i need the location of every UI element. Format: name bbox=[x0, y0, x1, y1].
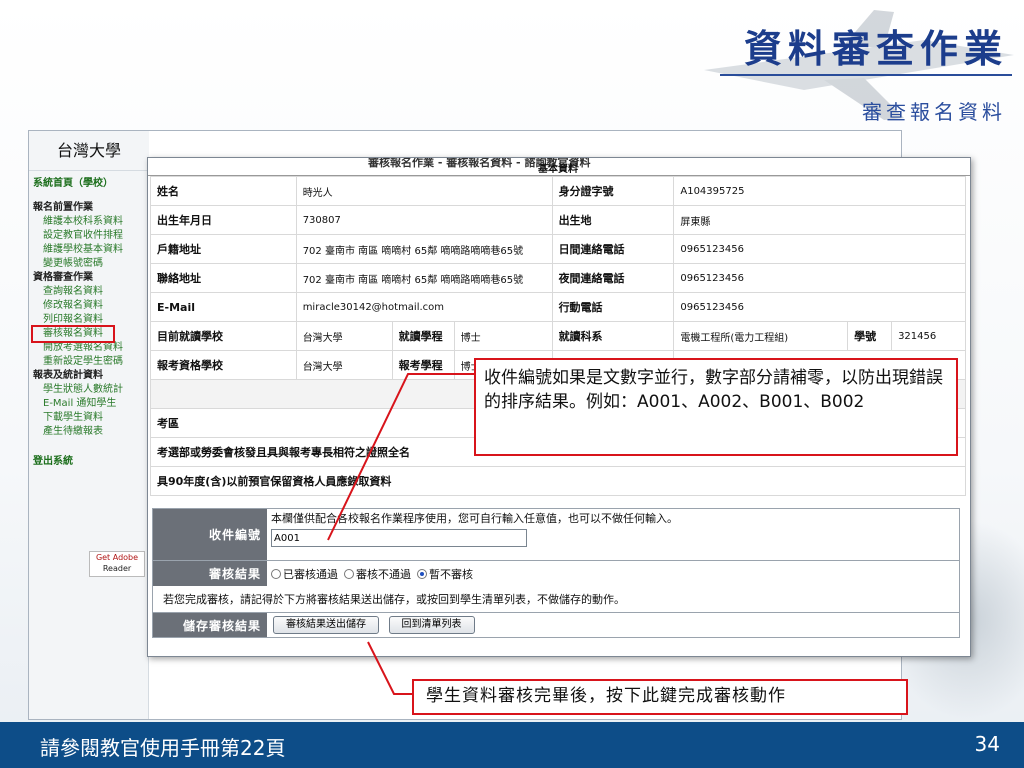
sidebar-item[interactable]: 維護學校基本資料 bbox=[33, 243, 144, 257]
cell-label: 出生地 bbox=[551, 205, 675, 235]
logout-link[interactable]: 登出系統 bbox=[33, 455, 144, 469]
sidebar-group-title: 報名前置作業 bbox=[33, 202, 93, 213]
cell-label: 出生年月日 bbox=[150, 205, 297, 235]
cell-value: miracle30142@hotmail.com bbox=[295, 292, 553, 322]
sidebar-item[interactable]: 變更帳號密碼 bbox=[33, 257, 144, 271]
sidebar-group-title: 報表及統計資料 bbox=[33, 370, 103, 381]
adobe-reader-badge[interactable]: Get Adobe Reader bbox=[89, 551, 145, 577]
table-row: 出生年月日 730807 出生地 屏東縣 bbox=[150, 205, 966, 235]
cell-value: 台灣大學 bbox=[295, 350, 393, 380]
sidebar-home-link[interactable]: 系統首頁（學校） bbox=[33, 177, 144, 191]
footer-reference: 請參閱教官使用手冊第22頁 bbox=[40, 736, 286, 760]
cell-label: 報考資格學校 bbox=[150, 350, 297, 380]
cell-label: 身分證字號 bbox=[551, 176, 675, 206]
receipt-number-input[interactable] bbox=[271, 529, 527, 547]
adobe-product: Reader bbox=[102, 564, 132, 573]
radio-selected-icon bbox=[417, 568, 427, 579]
table-row: 聯絡地址 702 臺南市 南區 嘀嘀村 65鄰 嘀嘀路嘀嘀巷65號 夜間連絡電話… bbox=[150, 263, 966, 293]
table-row: 姓名 時光人 身分證字號 A104395725 bbox=[150, 176, 966, 206]
cell-label: 學號 bbox=[847, 321, 893, 351]
sidebar-item[interactable]: 下載學生資料 bbox=[33, 411, 144, 425]
cell-value: 702 臺南市 南區 嘀嘀村 65鄰 嘀嘀路嘀嘀巷65號 bbox=[295, 234, 553, 264]
radio-rejected[interactable]: 審核不通過 bbox=[344, 566, 411, 582]
receipt-content: 本欄僅供配合各校報名作業程序使用，您可自行輸入任意值，也可以不做任何輸入。 bbox=[267, 509, 959, 560]
cell-value: 0965123456 bbox=[673, 292, 966, 322]
school-name: 台灣大學 bbox=[29, 131, 149, 171]
cell-value: 0965123456 bbox=[673, 263, 966, 293]
radio-circle-icon bbox=[344, 568, 354, 579]
cell-value: 時光人 bbox=[295, 176, 553, 206]
sidebar-item[interactable]: 查詢報名資料 bbox=[33, 285, 144, 299]
page-number: 34 bbox=[974, 732, 1000, 756]
radio-circle-icon bbox=[271, 568, 281, 579]
table-row: 具90年度(含)以前預官保留資格人員應錄取資料 bbox=[150, 466, 966, 496]
cell-value: 博士 bbox=[453, 321, 553, 351]
cell-label: 姓名 bbox=[150, 176, 297, 206]
sidebar-item[interactable]: 修改報名資料 bbox=[33, 299, 144, 313]
review-result-row: 審核結果 已審核通過 審核不通過 暫不審核 bbox=[152, 560, 960, 586]
popup-header-subtitle: 基本資料 bbox=[538, 164, 578, 175]
cell-value: 730807 bbox=[295, 205, 553, 235]
cell-label: 戶籍地址 bbox=[150, 234, 297, 264]
sidebar-item[interactable]: 開放考選報名資料 bbox=[33, 341, 144, 355]
cell-label: 日間連絡電話 bbox=[551, 234, 675, 264]
cell-label: 具90年度(含)以前預官保留資格人員應錄取資料 bbox=[150, 466, 966, 496]
sidebar-group-title: 資格審查作業 bbox=[33, 272, 93, 283]
cell-value: 702 臺南市 南區 嘀嘀村 65鄰 嘀嘀路嘀嘀巷65號 bbox=[295, 263, 553, 293]
cell-label: 就讀學程 bbox=[391, 321, 455, 351]
radio-approved[interactable]: 已審核通過 bbox=[271, 566, 338, 582]
cell-label: 報考學程 bbox=[391, 350, 455, 380]
cell-value: 電機工程所(電力工程組) bbox=[673, 321, 849, 351]
sidebar-item[interactable]: 產生待繳報表 bbox=[33, 425, 144, 439]
radio-label: 暫不審核 bbox=[429, 567, 473, 581]
slide-footer: 請參閱教官使用手冊第22頁 34 bbox=[0, 722, 1024, 768]
cell-value: 0965123456 bbox=[673, 234, 966, 264]
cell-label: 聯絡地址 bbox=[150, 263, 297, 293]
sidebar-item[interactable]: 重新設定學生密碼 bbox=[33, 355, 144, 369]
review-options: 已審核通過 審核不通過 暫不審核 bbox=[267, 561, 959, 586]
review-result-label: 審核結果 bbox=[153, 561, 267, 586]
radio-label: 審核不通過 bbox=[356, 567, 411, 581]
cell-label: 目前就讀學校 bbox=[150, 321, 297, 351]
cell-label: 就讀科系 bbox=[551, 321, 675, 351]
sidebar-item-review-active[interactable]: 審核報名資料 bbox=[31, 325, 115, 343]
slide-title: 資料審查作業 bbox=[743, 26, 1008, 71]
sidebar: 系統首頁（學校） 報名前置作業 維護本校科系資料 設定教官收件排程 維護學校基本… bbox=[29, 171, 149, 719]
sidebar-item[interactable]: 列印報名資料 bbox=[33, 313, 144, 327]
numbering-tip-callout: 收件編號如果是文數字並行，數字部分請補零，以防出現錯誤的排序結果。例如：A001… bbox=[474, 358, 958, 456]
cell-value: 屏東縣 bbox=[673, 205, 966, 235]
cell-label: E-Mail bbox=[150, 292, 297, 322]
sidebar-item[interactable]: 設定教官收件排程 bbox=[33, 229, 144, 243]
cell-label: 夜間連絡電話 bbox=[551, 263, 675, 293]
save-hint: 若您完成審核，請記得於下方將審核結果送出儲存，或按回到學生清單列表，不做儲存的動… bbox=[152, 586, 960, 612]
back-to-list-button[interactable]: 回到清單列表 bbox=[388, 616, 475, 634]
table-row: E-Mail miracle30142@hotmail.com 行動電話 096… bbox=[150, 292, 966, 322]
receipt-row: 收件編號 本欄僅供配合各校報名作業程序使用，您可自行輸入任意值，也可以不做任何輸… bbox=[152, 508, 960, 560]
save-row: 儲存審核結果 審核結果送出儲存 回到清單列表 bbox=[152, 612, 960, 638]
receipt-note: 本欄僅供配合各校報名作業程序使用，您可自行輸入任意值，也可以不做任何輸入。 bbox=[271, 512, 678, 525]
review-form: 收件編號 本欄僅供配合各校報名作業程序使用，您可自行輸入任意值，也可以不做任何輸… bbox=[152, 508, 960, 638]
cell-value: 321456 bbox=[891, 321, 966, 351]
receipt-label: 收件編號 bbox=[153, 509, 267, 560]
sidebar-item[interactable]: 維護本校科系資料 bbox=[33, 215, 144, 229]
sidebar-item[interactable]: E-Mail 通知學生 bbox=[33, 397, 144, 411]
sidebar-item[interactable]: 學生狀態人數統計 bbox=[33, 383, 144, 397]
cell-value: A104395725 bbox=[673, 176, 966, 206]
adobe-brand: Get Adobe bbox=[95, 553, 139, 562]
submit-tip-callout: 學生資料審核完畢後，按下此鍵完成審核動作 bbox=[412, 679, 908, 715]
title-divider bbox=[720, 74, 1012, 76]
table-row: 目前就讀學校 台灣大學 就讀學程 博士 就讀科系 電機工程所(電力工程組) 學號… bbox=[150, 321, 966, 351]
radio-pending[interactable]: 暫不審核 bbox=[417, 566, 473, 582]
popup-header: 審核報名作業 - 審核報名資料 - 諮詢教官資料 基本資料 bbox=[148, 158, 970, 176]
slide-subtitle: 審查報名資料 bbox=[862, 100, 1006, 124]
submit-review-button[interactable]: 審核結果送出儲存 bbox=[273, 616, 379, 634]
save-label: 儲存審核結果 bbox=[153, 613, 267, 637]
radio-label: 已審核通過 bbox=[283, 567, 338, 581]
save-actions: 審核結果送出儲存 回到清單列表 bbox=[267, 613, 959, 637]
cell-value: 台灣大學 bbox=[295, 321, 393, 351]
table-row: 戶籍地址 702 臺南市 南區 嘀嘀村 65鄰 嘀嘀路嘀嘀巷65號 日間連絡電話… bbox=[150, 234, 966, 264]
cell-label: 行動電話 bbox=[551, 292, 675, 322]
